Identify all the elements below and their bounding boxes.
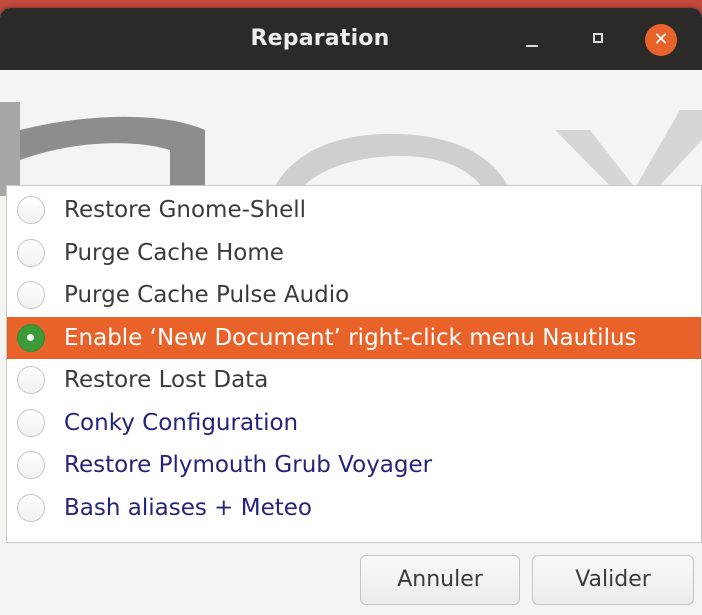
option-label: Restore Plymouth Grub Voyager (64, 452, 433, 478)
option-label: Restore Lost Data (64, 367, 269, 393)
list-item-selected[interactable]: Enable ‘New Document’ right-click menu N… (7, 316, 701, 359)
close-icon: ✕ (653, 29, 669, 50)
option-label: Bash aliases + Meteo (64, 494, 312, 521)
minimize-icon (526, 45, 538, 47)
repair-options-list[interactable]: Restore Gnome-Shell Purge Cache Home Pur… (6, 185, 702, 543)
banner-logo-image (0, 102, 702, 196)
radio-button[interactable] (17, 323, 45, 352)
radio-button[interactable] (17, 281, 45, 309)
radio-button[interactable] (17, 493, 45, 522)
option-label: Enable ‘New Document’ right-click menu N… (64, 324, 637, 351)
list-item[interactable]: Purge Cache Home (7, 232, 701, 275)
cancel-button[interactable]: Annuler (360, 555, 520, 605)
button-bar: Annuler Valider (0, 543, 702, 615)
option-label: Restore Gnome-Shell (64, 197, 307, 223)
option-label: Purge Cache Home (64, 239, 284, 266)
list-item[interactable]: Conky Configuration (7, 402, 701, 445)
close-button[interactable]: ✕ (645, 24, 677, 56)
list-item[interactable]: Restore Gnome-Shell (7, 189, 701, 232)
radio-button[interactable] (17, 366, 45, 394)
title-bar[interactable]: Reparation ✕ (0, 8, 702, 70)
validate-button[interactable]: Valider (532, 555, 694, 605)
maximize-icon (593, 33, 603, 43)
option-label: Purge Cache Pulse Audio (64, 282, 350, 308)
radio-button[interactable] (17, 238, 45, 267)
list-item[interactable]: Purge Cache Pulse Audio (7, 274, 701, 317)
list-item[interactable]: Restore Lost Data (7, 359, 701, 402)
list-item[interactable]: Bash aliases + Meteo (7, 487, 701, 530)
radio-button[interactable] (17, 196, 45, 224)
maximize-button[interactable] (583, 24, 615, 56)
option-label: Conky Configuration (64, 409, 299, 436)
dialog-window: Reparation ✕ Restore Gnome-Shell Purge C… (0, 8, 702, 615)
radio-button[interactable] (17, 408, 45, 437)
list-item[interactable]: Restore Plymouth Grub Voyager (7, 444, 701, 487)
logo-banner (0, 70, 702, 196)
radio-button[interactable] (17, 451, 45, 479)
minimize-button[interactable] (517, 24, 549, 56)
